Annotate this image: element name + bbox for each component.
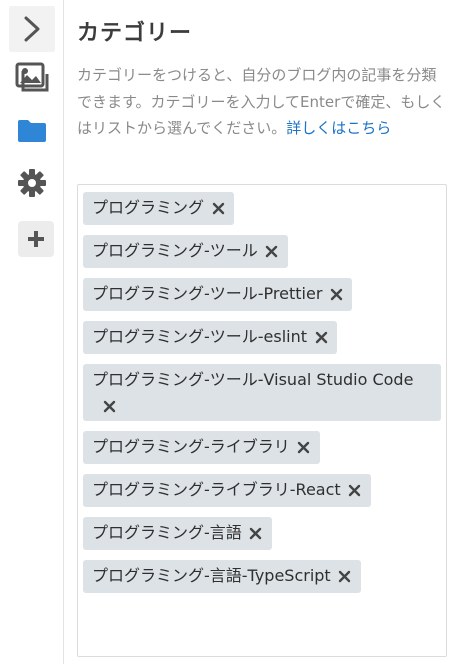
tag-label: プログラミング-言語-TypeScript (92, 566, 331, 585)
category-tag: プログラミング-言語-TypeScript (83, 560, 361, 593)
add-tool-button[interactable] (18, 221, 54, 257)
chevron-right-icon (24, 16, 40, 42)
close-icon (212, 202, 224, 214)
category-tool-button[interactable] (9, 108, 55, 154)
tag-label: プログラミング-ツール-eslint (92, 327, 308, 346)
tag-label: プログラミング (92, 198, 205, 217)
editor-sidebar-panel: カテゴリー カテゴリーをつけると、自分のブログ内の記事を分類できます。カテゴリー… (0, 0, 453, 664)
help-link[interactable]: 詳しくはこちら (286, 119, 391, 137)
category-tag: プログラミング (83, 192, 235, 225)
tag-label: プログラミング-ツール-Prettier (92, 284, 323, 303)
folder-icon (18, 120, 46, 142)
settings-tool-button[interactable] (9, 160, 55, 206)
remove-tag-button[interactable] (210, 200, 226, 216)
remove-tag-button[interactable] (296, 439, 312, 455)
remove-tag-button[interactable] (337, 568, 353, 584)
category-tag: プログラミング-ライブラリ-React (83, 474, 371, 507)
panel-title: カテゴリー (77, 21, 193, 46)
tag-label: プログラミング-ツール-Visual Studio Code (92, 370, 414, 389)
remove-tag-button[interactable] (313, 329, 329, 345)
category-tag: プログラミング-ツール-eslint (83, 321, 338, 354)
category-tag: プログラミング-言語 (83, 517, 272, 550)
icon-rail (0, 0, 64, 664)
close-icon (339, 570, 351, 582)
category-tag: プログラミング-ツール (83, 235, 288, 268)
collapse-toggle-button[interactable] (9, 6, 55, 52)
remove-tag-button[interactable] (328, 286, 344, 302)
category-tag: プログラミング-ツール-Visual Studio Code (83, 364, 441, 421)
close-icon (266, 245, 278, 257)
close-icon (315, 331, 327, 343)
tag-label: プログラミング-ライブラリ (92, 437, 290, 456)
remove-tag-button[interactable] (264, 243, 280, 259)
tag-label: プログラミング-ライブラリ-React (92, 480, 341, 499)
image-icon (15, 62, 49, 92)
gear-icon (18, 169, 46, 197)
category-tag-input[interactable]: プログラミング プログラミング-ツール プログラミング-ツール-Prettier (77, 184, 447, 657)
plus-icon (28, 231, 44, 247)
close-icon (330, 288, 343, 300)
tag-label: プログラミング-ツール (92, 241, 258, 260)
tag-label: プログラミング-言語 (92, 523, 242, 542)
category-tag: プログラミング-ライブラリ (83, 431, 320, 464)
remove-tag-button[interactable] (347, 482, 363, 498)
close-icon (348, 484, 361, 496)
remove-tag-button[interactable] (248, 525, 264, 541)
close-icon (250, 527, 262, 539)
category-tag: プログラミング-ツール-Prettier (83, 278, 353, 311)
image-tool-button[interactable] (9, 54, 55, 100)
panel-description: カテゴリーをつけると、自分のブログ内の記事を分類できます。カテゴリーを入力してE… (77, 62, 446, 142)
close-icon (103, 400, 115, 412)
remove-tag-button[interactable] (101, 398, 117, 414)
close-icon (298, 441, 310, 453)
